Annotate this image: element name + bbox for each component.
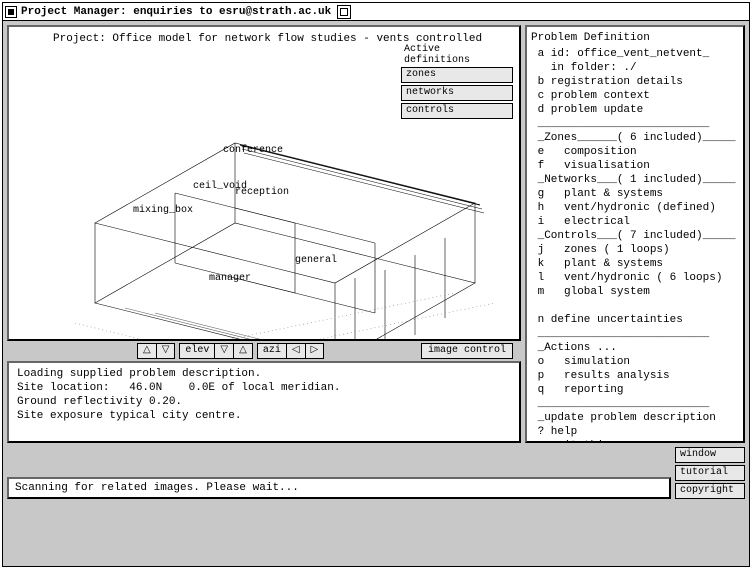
zone-label-general: general [295,255,337,266]
menu-item-electrical[interactable]: i electrical [531,215,739,229]
elev-up-button[interactable]: △ [234,344,252,358]
sidebar-title: Problem Definition [531,31,739,45]
console-line: Ground reflectivity 0.20. [17,396,182,408]
menu-item-composition[interactable]: e composition [531,145,739,159]
window-control-icon[interactable] [337,5,351,19]
menu-item-vent-hydronic-loops[interactable]: l vent/hydronic ( 6 loops) [531,271,739,285]
zone-label-mixing-box: mixing_box [133,205,193,216]
zones-header: _Zones______( 6 included)_____ [531,131,739,145]
azi-left-button[interactable]: ◁ [287,344,306,358]
zone-label-conference: conference [223,145,283,156]
menu-item-zones-loops[interactable]: j zones ( 1 loops) [531,243,739,257]
menu-item-simulation[interactable]: o simulation [531,355,739,369]
menu-item-visualisation[interactable]: f visualisation [531,159,739,173]
menu-item-results[interactable]: p results analysis [531,369,739,383]
menu-item-registration[interactable]: b registration details [531,75,739,89]
right-button-column: window tutorial copyright [675,447,745,499]
elev-down-button[interactable]: ▽ [215,344,234,358]
copyright-button[interactable]: copyright [675,483,745,499]
zoom-down-button[interactable]: ▽ [157,344,175,358]
azi-label-button[interactable]: azi [258,344,287,358]
menu-item-id[interactable]: a id: office_vent_netvent_ [531,47,739,61]
model-viewport[interactable]: Project: Office model for network flow s… [7,25,521,341]
status-bar: Scanning for related images. Please wait… [7,477,671,499]
bottom-row: Scanning for related images. Please wait… [7,447,745,499]
menu-item-vent-hydronic-defined[interactable]: h vent/hydronic (defined) [531,201,739,215]
menu-item-help[interactable]: ? help [531,425,739,439]
view-toolbar: △ ▽ elev ▽ △ azi ◁ ▷ image control [7,343,521,359]
client-area: Project: Office model for network flow s… [3,21,749,566]
menu-blank [531,299,739,313]
zone-label-reception: reception [235,187,289,198]
menu-item-context[interactable]: c problem context [531,89,739,103]
menu-item-id-folder: in folder: ./ [531,61,739,75]
actions-header: _Actions ... [531,341,739,355]
menu-item-plant-systems-2[interactable]: k plant & systems [531,257,739,271]
elev-group: elev ▽ △ [179,343,252,359]
menu-separator: __________________________ [531,327,739,341]
menu-item-update[interactable]: d problem update [531,103,739,117]
networks-header: _Networks___( 1 included)_____ [531,173,739,187]
wireframe-svg [35,63,515,341]
azi-right-button[interactable]: ▷ [306,344,324,358]
console-line: Loading supplied problem description. [17,368,261,380]
problem-definition-panel: Problem Definition a id: office_vent_net… [525,25,745,443]
controls-header: _Controls___( 7 included)_____ [531,229,739,243]
zoom-up-button[interactable]: △ [138,344,157,358]
menu-separator: __________________________ [531,397,739,411]
menu-item-global-system[interactable]: m global system [531,285,739,299]
window-button[interactable]: window [675,447,745,463]
viewport-column: Project: Office model for network flow s… [7,25,521,443]
console-output: Loading supplied problem description. Si… [7,361,521,443]
azi-group: azi ◁ ▷ [257,343,324,359]
menu-item-update-desc[interactable]: _update problem description [531,411,739,425]
image-control-button[interactable]: image control [421,343,513,359]
app-window: Project Manager: enquiries to esru@strat… [2,2,750,567]
console-line: Site location: 46.0N 0.0E of local merid… [17,382,340,394]
menu-item-uncertainties[interactable]: n define uncertainties [531,313,739,327]
window-title: Project Manager: enquiries to esru@strat… [21,6,331,18]
tutorial-button[interactable]: tutorial [675,465,745,481]
console-line: Site exposure typical city centre. [17,410,241,422]
menu-item-reporting[interactable]: q reporting [531,383,739,397]
zone-label-manager: manager [209,273,251,284]
app-menu-icon[interactable] [5,6,17,18]
menu-item-exit[interactable]: - exit this menu [531,439,739,443]
titlebar: Project Manager: enquiries to esru@strat… [3,3,749,21]
menu-item-plant-systems-1[interactable]: g plant & systems [531,187,739,201]
elev-label-button[interactable]: elev [180,344,215,358]
zoom-group: △ ▽ [137,343,175,359]
upper-row: Project: Office model for network flow s… [7,25,745,443]
menu-separator: __________________________ [531,117,739,131]
